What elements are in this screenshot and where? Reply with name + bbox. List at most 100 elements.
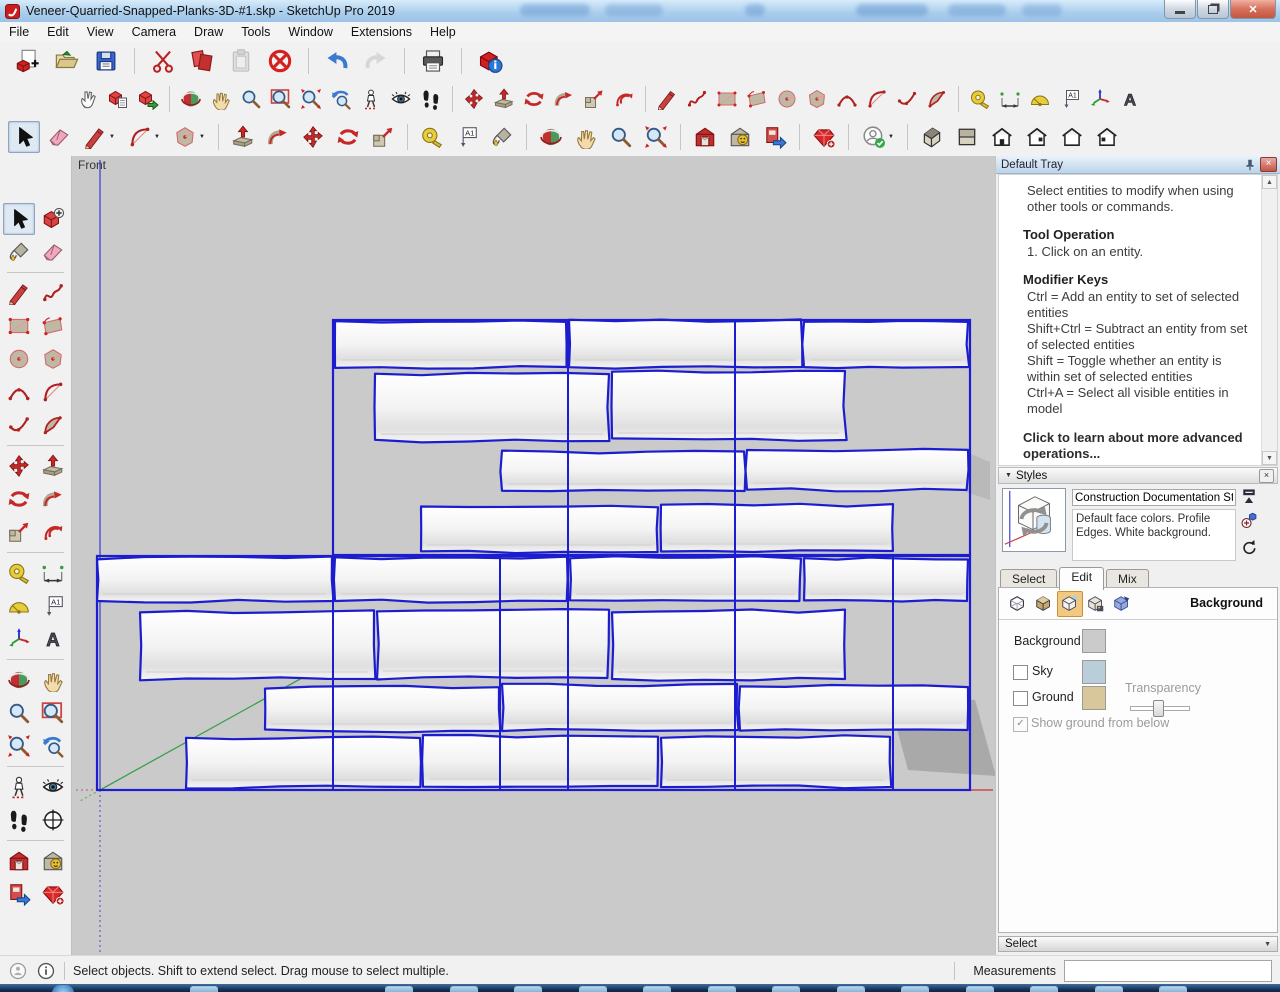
model-viewport[interactable] <box>72 156 996 955</box>
tool-freehand-button[interactable] <box>683 84 711 114</box>
tool-tape-measure-button[interactable] <box>966 84 994 114</box>
plank[interactable] <box>332 555 569 604</box>
tool-undo-button[interactable] <box>321 45 353 77</box>
tool-extension-warehouse-button[interactable] <box>37 845 69 877</box>
info-icon[interactable] <box>36 961 56 981</box>
tool-paste-button[interactable] <box>225 45 257 77</box>
tool-line-button[interactable]: ▼ <box>78 121 120 153</box>
taskbar-app-icon[interactable] <box>578 986 607 992</box>
tool-polygon-button[interactable] <box>37 343 69 375</box>
windows-taskbar[interactable] <box>0 984 1280 992</box>
tool-axes-button[interactable] <box>1086 84 1114 114</box>
show-ground-checkbox[interactable]: ✓ <box>1013 717 1028 732</box>
dropdown-arrow-icon[interactable]: ▼ <box>109 134 115 140</box>
scroll-down-icon[interactable]: ▼ <box>1262 451 1277 465</box>
tool-text-button[interactable]: A1 <box>37 590 69 622</box>
ground-checkbox[interactable] <box>1013 691 1028 706</box>
tool-view-iso-button[interactable] <box>916 121 948 153</box>
tool-rectangle-button[interactable] <box>3 310 35 342</box>
tool-push-pull-button[interactable] <box>490 84 518 114</box>
tray-close-button[interactable]: × <box>1260 157 1277 172</box>
taskbar-app-icon[interactable] <box>1159 986 1187 992</box>
modeling-settings-button[interactable] <box>1109 591 1135 617</box>
plank[interactable] <box>737 683 970 732</box>
tool-zoom-extents-button[interactable] <box>297 84 325 114</box>
tool-rotate-button[interactable] <box>520 84 548 114</box>
tool-eraser-button[interactable] <box>37 236 69 268</box>
tool-rectangle-button[interactable] <box>713 84 741 114</box>
tool-pan-button[interactable] <box>570 121 602 153</box>
tool-copy-button[interactable] <box>186 45 218 77</box>
plank[interactable] <box>333 319 568 370</box>
tab-edit[interactable]: Edit <box>1059 567 1105 590</box>
tool-sign-in-button[interactable]: ▼ <box>857 121 899 153</box>
tool-3d-text-button[interactable]: A <box>37 623 69 655</box>
tool-cut-button[interactable] <box>147 45 179 77</box>
pin-icon[interactable] <box>1243 158 1257 172</box>
tool-offset-button[interactable] <box>37 516 69 548</box>
tool-arc-3pt-button[interactable] <box>893 84 921 114</box>
create-style-button[interactable] <box>1239 511 1259 531</box>
plank[interactable] <box>373 371 611 444</box>
tool-print-button[interactable] <box>417 45 449 77</box>
tool-push-pull-button[interactable] <box>37 450 69 482</box>
tool-position-camera-button[interactable] <box>3 771 35 803</box>
tool-share-model-button[interactable] <box>3 878 35 910</box>
tool-circle-button[interactable] <box>773 84 801 114</box>
tool-arc-3pt-button[interactable] <box>3 409 35 441</box>
taskbar-app-icon[interactable] <box>643 986 671 992</box>
tool-zoom-extents-button[interactable] <box>640 121 672 153</box>
tool-pan-button[interactable] <box>37 664 69 696</box>
tool-scale-button[interactable] <box>580 84 608 114</box>
tool-section-plane-button[interactable] <box>37 804 69 836</box>
measurements-input[interactable] <box>1064 959 1272 982</box>
tool-zoom-window-button[interactable] <box>37 697 69 729</box>
tool-share-model-button[interactable] <box>759 121 791 153</box>
menu-edit[interactable]: Edit <box>38 23 78 41</box>
ground-color-swatch[interactable] <box>1082 686 1106 710</box>
tool-arc-2pt-button[interactable] <box>833 84 861 114</box>
plank[interactable] <box>95 555 335 604</box>
tool-rotated-rectangle-button[interactable] <box>37 310 69 342</box>
tool-follow-me-button[interactable] <box>262 121 294 153</box>
tip-icon[interactable] <box>8 961 28 981</box>
tool-3d-text-button[interactable]: A <box>1116 84 1144 114</box>
tool-offset-button[interactable] <box>610 84 638 114</box>
menu-help[interactable]: Help <box>421 23 465 41</box>
tool-follow-me-button[interactable] <box>37 483 69 515</box>
tool-tape-measure-button[interactable] <box>3 557 35 589</box>
plank[interactable] <box>500 682 740 733</box>
tool-axes-button[interactable] <box>3 623 35 655</box>
tool-extension-warehouse-button[interactable] <box>724 121 756 153</box>
background-settings-button[interactable] <box>1057 591 1083 617</box>
menu-window[interactable]: Window <box>279 23 341 41</box>
instructor-scrollbar[interactable]: ▲ ▼ <box>1261 175 1277 465</box>
tool-dimension-button[interactable] <box>37 557 69 589</box>
taskbar-app-icon[interactable] <box>449 986 478 992</box>
tool-zoom-window-button[interactable] <box>267 84 295 114</box>
tool-orbit-button[interactable] <box>3 664 35 696</box>
tool-component-attributes-button[interactable] <box>134 84 162 114</box>
dropdown-arrow-icon[interactable]: ▼ <box>154 134 160 140</box>
tool-text-button[interactable]: A1 <box>1056 84 1084 114</box>
tool-text-button[interactable]: A1 <box>451 121 483 153</box>
tool-model-info-button[interactable] <box>474 45 506 77</box>
tool-erase-button[interactable] <box>264 45 296 77</box>
scroll-up-icon[interactable]: ▲ <box>1262 175 1277 189</box>
tool-open-model-button[interactable] <box>51 45 83 77</box>
tab-mix[interactable]: Mix <box>1106 569 1149 589</box>
edge-settings-button[interactable] <box>1005 591 1031 617</box>
tool-follow-me-button[interactable] <box>550 84 578 114</box>
sky-color-swatch[interactable] <box>1082 660 1106 684</box>
background-color-swatch[interactable] <box>1082 629 1106 653</box>
style-name-input[interactable] <box>1072 489 1236 506</box>
styles-panel-header[interactable]: ▼ Styles × <box>998 467 1278 484</box>
tool-freehand-button[interactable] <box>37 277 69 309</box>
tool-rotate-button[interactable] <box>332 121 364 153</box>
plank[interactable] <box>567 318 804 370</box>
taskbar-app-icon[interactable] <box>190 986 218 992</box>
plank[interactable] <box>802 556 970 603</box>
tool-interact-button[interactable] <box>74 84 102 114</box>
tool-pie-button[interactable] <box>37 409 69 441</box>
taskbar-app-icon[interactable] <box>901 986 929 992</box>
